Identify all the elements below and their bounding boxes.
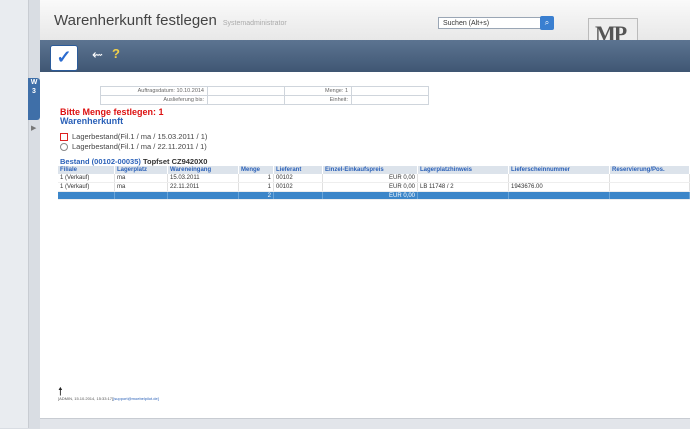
sum-cell [273,191,323,200]
bottom-bar [40,418,690,429]
sum-cell [609,191,690,200]
empty-cell [207,86,285,96]
col-wareneingang[interactable]: Wareneingang [167,166,239,174]
section-title: Warenherkunft [60,116,124,126]
side-tab-letter: W [30,79,38,86]
option-label: Lagerbestand(Fil.1 / ma / 22.11.2011 / 1… [72,142,207,151]
option-lagerbestand-2[interactable]: Lagerbestand(Fil.1 / ma / 22.11.2011 / 1… [60,142,207,152]
cell-wareneingang: 15.03.2011 [167,174,239,183]
col-lagerplatzhinweis[interactable]: Lagerplatzhinweis [417,166,509,174]
radio-icon[interactable] [60,143,68,152]
auslieferung-label: Auslieferung bis: [100,95,208,105]
stock-title: Bestand (00102-00035) Topfset CZ9420X0 [60,157,207,166]
expand-arrow-icon[interactable]: ▶ [31,124,36,132]
cell-lieferant: 00102 [273,182,323,192]
menge-label: Menge: 1 [284,86,352,96]
footer-info: [ADMIN, 15.10.2014, 15:33:17] [58,396,114,401]
side-tab-number: 3 [32,88,36,95]
cell-menge: 1 [238,182,274,192]
toolbar: ✓ ⇜ ? [40,40,690,72]
col-lagerplatz[interactable]: Lagerplatz [114,166,168,174]
footer: [ADMIN, 15.10.2014, 15:33:17][support@mo… [58,396,159,401]
table-row[interactable]: 1 (Verkauf) ma 15.03.2011 1 00102 EUR 0,… [58,174,690,183]
cell-lieferant: 00102 [273,174,323,183]
col-menge[interactable]: Menge [238,166,274,174]
search-input[interactable]: Suchen (Alt+s) [438,17,542,29]
cell-filiale: 1 (Verkauf) [58,174,115,183]
cell-wareneingang: 22.11.2011 [167,182,239,192]
option-lagerbestand-1[interactable]: Lagerbestand(Fil.1 / ma / 15.03.2011 / 1… [60,132,208,142]
search-icon[interactable]: ⌕ [540,16,554,30]
sum-preis: EUR 0,00 [322,191,418,200]
cell-reservierung [609,182,690,192]
auftragsdatum-label: Auftragsdatum: 10.10.2014 [100,86,208,96]
col-filiale[interactable]: Filiale [58,166,115,174]
page-title: Warenherkunft festlegen Systemadministrat… [54,12,287,29]
einheit-value [351,95,429,105]
cell-lieferschein [508,174,610,183]
back-arrow-icon[interactable]: ⇜ [92,47,103,63]
stock-article: Topfset CZ9420X0 [142,157,208,166]
cell-preis: EUR 0,00 [322,182,418,192]
left-strip [0,0,29,428]
einheit-label: Einheit: [284,95,352,105]
app-window: W 3 ▶ Warenherkunft festlegen Systemadmin… [0,0,690,429]
auftragsdatum-value: 10.10.2014 [176,88,204,94]
order-info-table: Auftragsdatum: 10.10.2014 Menge: 1 Ausli… [100,86,429,105]
cell-lagerplatz: ma [114,174,168,183]
confirm-button[interactable]: ✓ [50,45,78,71]
side-tab[interactable]: W 3 [28,78,40,120]
cell-reservierung [609,174,690,183]
table-row[interactable]: 1 (Verkauf) ma 22.11.2011 1 00102 EUR 0,… [58,182,690,192]
option-label: Lagerbestand(Fil.1 / ma / 15.03.2011 / 1… [72,132,208,141]
menge-value: 1 [344,88,348,94]
col-lieferscheinnummer[interactable]: Lieferscheinnummer [508,166,610,174]
col-reservierung[interactable]: Reservierung/Pos. [609,166,690,174]
sum-cell [508,191,610,200]
col-lieferant[interactable]: Lieferant [273,166,323,174]
col-einkaufspreis[interactable]: Einzel-Einkaufspreis [322,166,418,174]
stock-id: Bestand (00102-00035) [60,157,141,166]
cell-hinweis [417,174,509,183]
sum-cell [58,191,115,200]
sum-menge: 2 [238,191,274,200]
sum-cell [114,191,168,200]
page-title-text: Warenherkunft festlegen [54,12,217,29]
cell-preis: EUR 0,00 [322,174,418,183]
cell-menge: 1 [238,174,274,183]
checkbox-icon[interactable] [60,133,68,142]
help-button[interactable]: ? [112,46,120,61]
cell-lieferschein: 1943676.00 [508,182,610,192]
support-link[interactable]: [support@moebelpilot.de] [113,396,159,401]
empty-cell [351,86,429,96]
sum-cell [167,191,239,200]
table-header-row: Filiale Lagerplatz Wareneingang Menge Li… [58,166,690,174]
cell-hinweis: LB 11748 / 2 [417,182,509,192]
check-icon: ✓ [56,47,72,67]
auslieferung-value [207,95,285,105]
sum-cell [417,191,509,200]
cell-filiale: 1 (Verkauf) [58,182,115,192]
cell-lagerplatz: ma [114,182,168,192]
main-panel: Warenherkunft festlegen Systemadministrat… [40,0,690,428]
user-role: Systemadministrator [222,20,287,27]
stock-table: Filiale Lagerplatz Wareneingang Menge Li… [58,166,690,200]
sum-row: 2 EUR 0,00 [58,191,690,200]
